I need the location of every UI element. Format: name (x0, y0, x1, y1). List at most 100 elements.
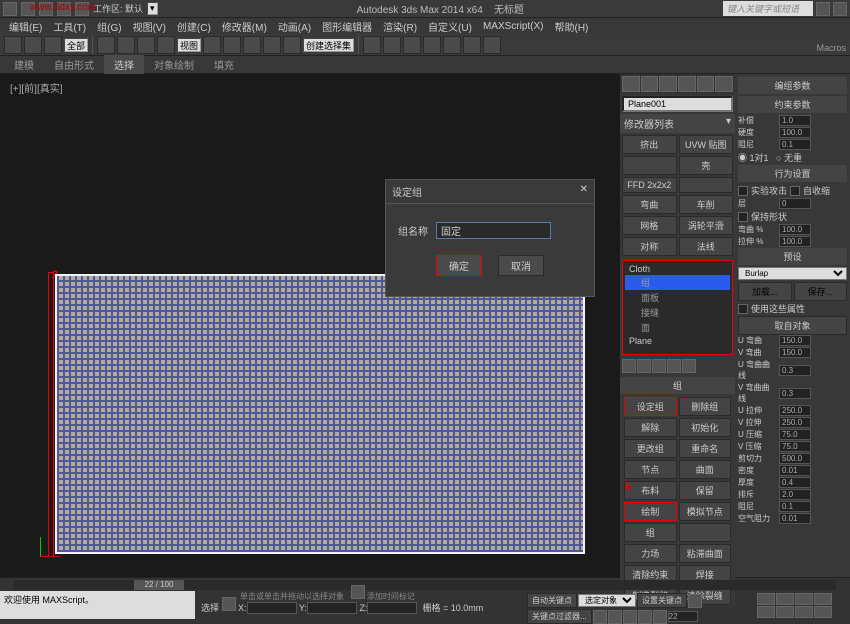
group-op-button[interactable]: 设定组 (624, 397, 677, 416)
quickmod-button[interactable]: 法线 (679, 237, 734, 256)
spinner[interactable]: 0.3 (779, 388, 811, 399)
group-op-button[interactable]: 曲面 (679, 460, 732, 479)
curve-editor-icon[interactable] (383, 36, 401, 54)
chk[interactable] (738, 212, 748, 222)
modifier-stack[interactable]: Cloth 组 面板 接缝 面 Plane (622, 260, 733, 355)
snap-icon[interactable] (263, 36, 281, 54)
pan-icon[interactable] (757, 606, 775, 618)
pin-stack-icon[interactable] (622, 359, 636, 373)
preset-select[interactable]: Burlap (738, 267, 847, 280)
stack-group[interactable]: 组 (625, 275, 730, 290)
ribbon-freeform[interactable]: 自由形式 (44, 55, 104, 74)
group-op-button[interactable]: 初始化 (679, 418, 732, 437)
group-op-button[interactable]: 力场 (624, 544, 677, 563)
object-name-input[interactable] (622, 96, 733, 112)
unique-icon[interactable] (652, 359, 666, 373)
chevron-down-icon[interactable]: ▾ (726, 116, 731, 131)
spinner[interactable]: 0.01 (779, 465, 811, 476)
workspace-select[interactable]: ▾ (147, 2, 158, 15)
maxview-icon[interactable] (795, 606, 813, 618)
viewport-label[interactable]: [+][前][真实] (10, 80, 63, 95)
menu-edit[interactable]: 编辑(E) (4, 19, 47, 34)
nav-icon[interactable] (814, 606, 832, 618)
qat-icon[interactable] (21, 2, 35, 16)
save-button[interactable]: 保存... (794, 282, 848, 301)
play-end-icon[interactable] (653, 610, 667, 624)
group-op-button[interactable]: 删除组 (679, 397, 732, 416)
spinner[interactable]: 0.1 (779, 139, 811, 150)
play-next-icon[interactable] (638, 610, 652, 624)
hierarchy-tab-icon[interactable] (659, 76, 677, 92)
ok-button[interactable]: 确定 (436, 255, 482, 276)
help-icon[interactable] (833, 2, 847, 16)
spinner[interactable]: 75.0 (779, 441, 811, 452)
modifier-list-label[interactable]: 修改器列表 (624, 116, 674, 131)
group-op-button[interactable]: 模拟节点 (679, 502, 732, 521)
tag-icon[interactable] (351, 585, 365, 599)
group-rollout-head[interactable]: 组 (620, 377, 735, 394)
menu-views[interactable]: 视图(V) (128, 19, 171, 34)
spinner[interactable]: 0.4 (779, 477, 811, 488)
spinner[interactable]: 2.0 (779, 489, 811, 500)
render-frame-icon[interactable] (463, 36, 481, 54)
spinner[interactable]: 250.0 (779, 417, 811, 428)
group-op-button[interactable]: 布料 (624, 481, 677, 500)
zoom-icon[interactable] (757, 593, 775, 605)
snap-icon[interactable] (203, 36, 221, 54)
quickmod-button[interactable] (679, 177, 734, 193)
menu-grapheditors[interactable]: 图形编辑器 (317, 19, 377, 34)
z-input[interactable] (367, 602, 417, 614)
layer-icon[interactable] (363, 36, 381, 54)
snap-icon[interactable] (223, 36, 241, 54)
group-op-button[interactable]: 解除 (624, 418, 677, 437)
spinner[interactable]: 100.0 (779, 236, 811, 247)
group-op-button[interactable] (679, 523, 732, 542)
config-icon[interactable] (682, 359, 696, 373)
group-op-button[interactable]: 更改组 (624, 439, 677, 458)
utility-tab-icon[interactable] (715, 76, 733, 92)
play-start-icon[interactable] (593, 610, 607, 624)
chk[interactable] (790, 186, 800, 196)
quickmod-button[interactable]: 对称 (622, 237, 677, 256)
qat-icon[interactable] (57, 2, 71, 16)
named-set-select[interactable]: 创建选择集 (303, 38, 354, 52)
keymode-select[interactable]: 选定对象 (578, 594, 636, 607)
spinner[interactable]: 150.0 (779, 335, 811, 346)
stack-panel[interactable]: 面板 (625, 290, 730, 305)
display-tab-icon[interactable] (697, 76, 715, 92)
search-icon[interactable] (816, 2, 830, 16)
y-input[interactable] (307, 602, 357, 614)
rotate-icon[interactable] (137, 36, 155, 54)
ribbon-select[interactable]: 选择 (104, 55, 144, 74)
quickmod-button[interactable]: 涡轮平滑 (679, 216, 734, 235)
menu-rendering[interactable]: 渲染(R) (378, 19, 422, 34)
quickmod-button[interactable]: 挤出 (622, 135, 677, 154)
spinner[interactable]: 100.0 (779, 127, 811, 138)
group-op-button[interactable]: 组 (624, 523, 677, 542)
spinner[interactable]: 1.0 (779, 115, 811, 126)
quickmod-button[interactable]: 弯曲 (622, 195, 677, 214)
stack-face[interactable]: 面 (625, 320, 730, 335)
search-input[interactable]: 键入关键字或短语 (723, 1, 813, 16)
render-setup-icon[interactable] (443, 36, 461, 54)
app-icon[interactable] (3, 2, 17, 16)
group-op-button[interactable]: 粘滞曲面 (679, 544, 732, 563)
quickmod-button[interactable]: FFD 2x2x2 (622, 177, 677, 193)
close-icon[interactable]: ✕ (580, 184, 588, 199)
view-select[interactable]: 视图 (177, 38, 201, 52)
modify-tab-icon[interactable] (641, 76, 659, 92)
delete-mod-icon[interactable] (667, 359, 681, 373)
from-obj-button[interactable]: 取自对象 (738, 316, 847, 335)
menu-help[interactable]: 帮助(H) (550, 19, 594, 34)
schematic-icon[interactable] (403, 36, 421, 54)
chk[interactable] (738, 186, 748, 196)
lock-icon[interactable] (222, 597, 236, 611)
move-icon[interactable] (117, 36, 135, 54)
setkey-button[interactable]: 设置关键点 (637, 593, 687, 608)
menu-group[interactable]: 组(G) (92, 19, 126, 34)
spinner[interactable]: 0.1 (779, 501, 811, 512)
fov-icon[interactable] (814, 593, 832, 605)
orbit-icon[interactable] (776, 606, 794, 618)
quickmod-button[interactable]: 壳 (679, 156, 734, 175)
preset-head[interactable]: 预设 (738, 248, 847, 265)
